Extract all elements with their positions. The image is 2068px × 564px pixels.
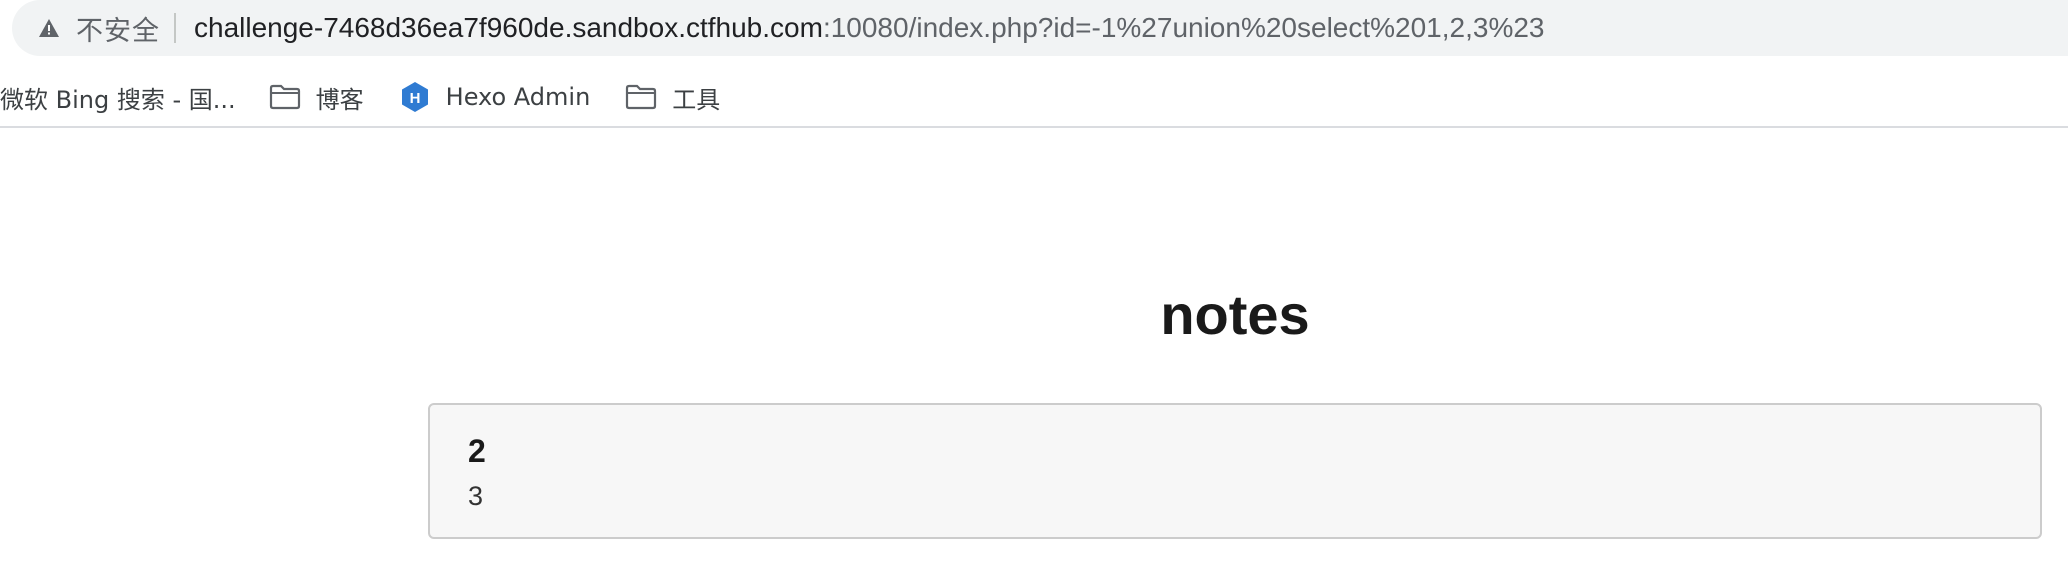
security-status-label[interactable]: 不安全 <box>76 9 160 48</box>
warning-triangle-icon[interactable] <box>36 15 62 41</box>
bookmark-folder-blog[interactable]: 博客 <box>268 73 364 121</box>
bookmark-label: 博客 <box>315 85 364 114</box>
bookmark-label: Hexo Admin <box>445 83 591 111</box>
bookmark-folder-tools[interactable]: 工具 <box>624 73 720 121</box>
address-divider <box>174 13 176 43</box>
bookmark-label: 工具 <box>672 85 721 114</box>
note-title: 2 <box>468 433 486 469</box>
url-path: :10080/index.php?id=-1%27union%20select%… <box>822 12 1545 43</box>
bookmarks-bar: 微软 Bing 搜索 - 国... 博客 H Hexo Admin 工具 <box>0 68 2068 128</box>
folder-icon <box>268 82 302 112</box>
address-bar[interactable]: 不安全 challenge-7468d36ea7f960de.sandbox.c… <box>12 0 2068 56</box>
note-card: 2 3 <box>428 403 2042 539</box>
hexo-icon: H <box>398 82 432 112</box>
folder-icon <box>624 82 658 112</box>
bookmark-bing[interactable]: 微软 Bing 搜索 - 国... <box>0 73 236 121</box>
note-body: 3 <box>468 481 484 511</box>
url-text[interactable]: challenge-7468d36ea7f960de.sandbox.ctfhu… <box>194 12 1545 44</box>
bookmark-label: 微软 Bing 搜索 - 国... <box>0 85 236 114</box>
bookmark-hexo-admin[interactable]: H Hexo Admin <box>398 73 591 121</box>
svg-text:H: H <box>409 90 420 107</box>
url-host: challenge-7468d36ea7f960de.sandbox.ctfhu… <box>194 12 823 43</box>
page-title: notes <box>1160 283 1310 346</box>
